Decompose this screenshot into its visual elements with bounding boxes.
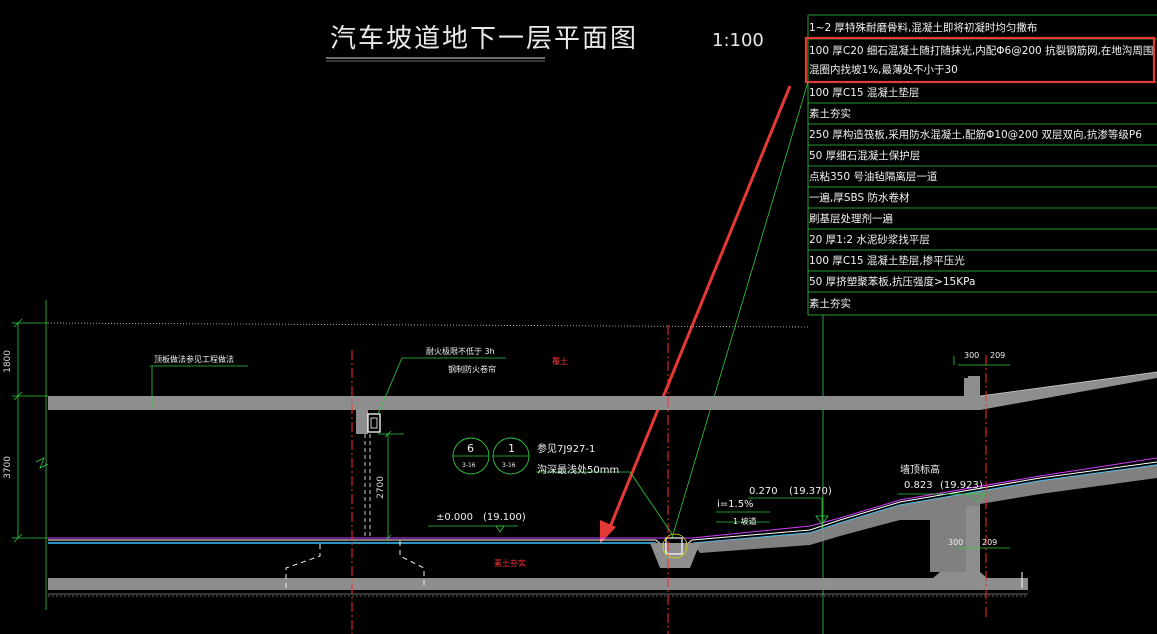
elevation-270-absolute: (19.370) [789,486,832,497]
detail-b-sheet: 3-16 [502,462,516,469]
legend-row-8: 点粘350 号油毡隔离层一道 [809,171,938,183]
dim-300-bottom: 300 [948,538,964,547]
legend-row-6: 250 厚构造筏板,采用防水混凝土,配筋Φ10@200 双层双向,抗渗等级P6 [809,129,1142,141]
fire-door-inner [370,417,378,429]
fire-door-box [367,413,381,433]
fire-note-1: 耐火极限不低于 3h [426,347,495,356]
detail-a-number: 6 [467,442,474,455]
floor-slab [48,578,1028,590]
elevation-270: 0.270 [749,486,778,497]
left-dimensions [12,300,49,610]
reference-note-1: 参见7J927-1 [537,444,596,455]
wall-top-label: 墙顶标高 [900,465,940,476]
drawing-title: 汽车坡道地下一层平面图 [330,24,639,54]
dim-1800-label: 1800 [3,350,13,373]
legend-row-2: 100 厚C20 细石混凝土随打随抹光,内配Φ6@200 抗裂钢筋网,在地沟周围… [809,45,1154,57]
legend-row-14: 素土夯实 [809,298,851,310]
detail-a-sheet: 3-16 [462,462,476,469]
legend-row-7: 50 厚细石混凝土保护层 [809,150,921,162]
dim-209-bottom: 209 [982,538,998,547]
legend-leader-1 [671,81,809,539]
legend-row-11: 20 厚1:2 水泥砂浆找平层 [809,234,930,246]
legend-row-5: 素土夯实 [809,108,851,120]
roof-note: 顶板做法参见工程做法 [154,355,234,364]
legend-row-9: 一遍,厚SBS 防水卷材 [809,192,910,204]
soil-label: 素土夯实 [494,559,526,568]
detail-b-number: 1 [508,442,515,455]
legend-row-13: 50 厚挤塑聚苯板,抗压强度>15KPa [809,276,976,288]
legend-row-4: 100 厚C15 混凝土垫层 [809,87,920,99]
legend-table [807,14,1157,316]
dim-2700-label: 2700 [376,476,386,499]
legend-row-3: 混圈内找坡1%,最薄处不小于30 [809,64,958,76]
elevation-zero-absolute: (19.100) [483,512,526,523]
legend-row-10: 刷基层处理剂一遍 [809,213,893,225]
dim-300-top: 300 [964,351,980,360]
roof-slab [48,372,1157,410]
legend-row-1: 1~2 厚特殊耐磨骨料,混凝土即将初凝时均匀撒布 [809,22,1038,34]
drain-trench [650,543,700,568]
red-arrow-shaft [606,85,792,533]
elevation-823: 0.823 [904,480,933,491]
elevation-zero: ±0.000 [436,512,474,523]
slope-sub-label: 1 坡道 [733,517,757,526]
slope-label: i=1.5% [717,499,754,510]
legend-row-12: 100 厚C15 混凝土垫层,掺平压光 [809,255,965,267]
drawing-scale: 1:100 [712,30,764,51]
dim-3700-label: 3700 [3,456,13,479]
ramp-post [964,378,978,398]
fire-note-2: 钢制防火卷帘 [448,365,496,374]
elevation-823-absolute: (19.923) [940,480,983,491]
reference-note-2: 沟深最浅处50mm [537,465,620,476]
elev-marker-zero [495,525,505,533]
dim-209-top: 209 [990,351,1006,360]
red-mark-top: 覆土 [552,357,568,366]
fire-door-frame [356,410,368,434]
